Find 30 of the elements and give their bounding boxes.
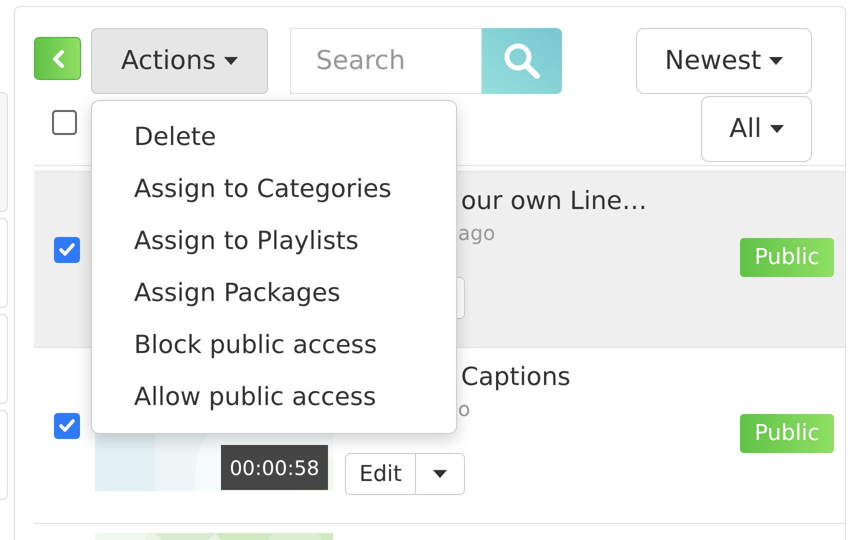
menu-item[interactable]: Block public access [92, 319, 456, 371]
checkmark-icon [59, 243, 75, 257]
duration-badge: 00:00:58 [221, 445, 328, 490]
status-badge: Public [740, 238, 834, 277]
caret-icon [770, 125, 784, 133]
row-checkbox[interactable] [54, 413, 80, 439]
row-checkbox[interactable] [54, 237, 80, 263]
menu-item[interactable]: Assign to Categories [92, 163, 456, 215]
back-button[interactable] [34, 37, 81, 80]
menu-item[interactable]: Assign to Playlists [92, 215, 456, 267]
status-badge: Public [740, 414, 834, 453]
chevron-left-icon [50, 48, 64, 68]
caret-icon [769, 57, 784, 65]
checkmark-icon [59, 419, 75, 433]
item-meta: ago [458, 220, 496, 247]
caret-icon [224, 57, 238, 65]
search-field[interactable]: Search [290, 28, 482, 94]
filter-dropdown[interactable]: All [701, 96, 812, 162]
select-all-checkbox[interactable] [52, 110, 77, 135]
edit-split-button[interactable]: Edit [345, 453, 465, 495]
item-title: our own Line… [461, 185, 647, 217]
search-icon [503, 42, 541, 80]
menu-item[interactable]: Assign Packages [92, 267, 456, 319]
item-title: Captions [461, 361, 571, 393]
sort-dropdown[interactable]: Newest [636, 28, 812, 94]
menu-item[interactable]: Allow public access [92, 371, 456, 423]
menu-item[interactable]: Delete [92, 111, 456, 163]
actions-button[interactable]: Actions [91, 28, 268, 94]
item-meta: o [458, 396, 470, 423]
caret-icon [433, 470, 447, 478]
